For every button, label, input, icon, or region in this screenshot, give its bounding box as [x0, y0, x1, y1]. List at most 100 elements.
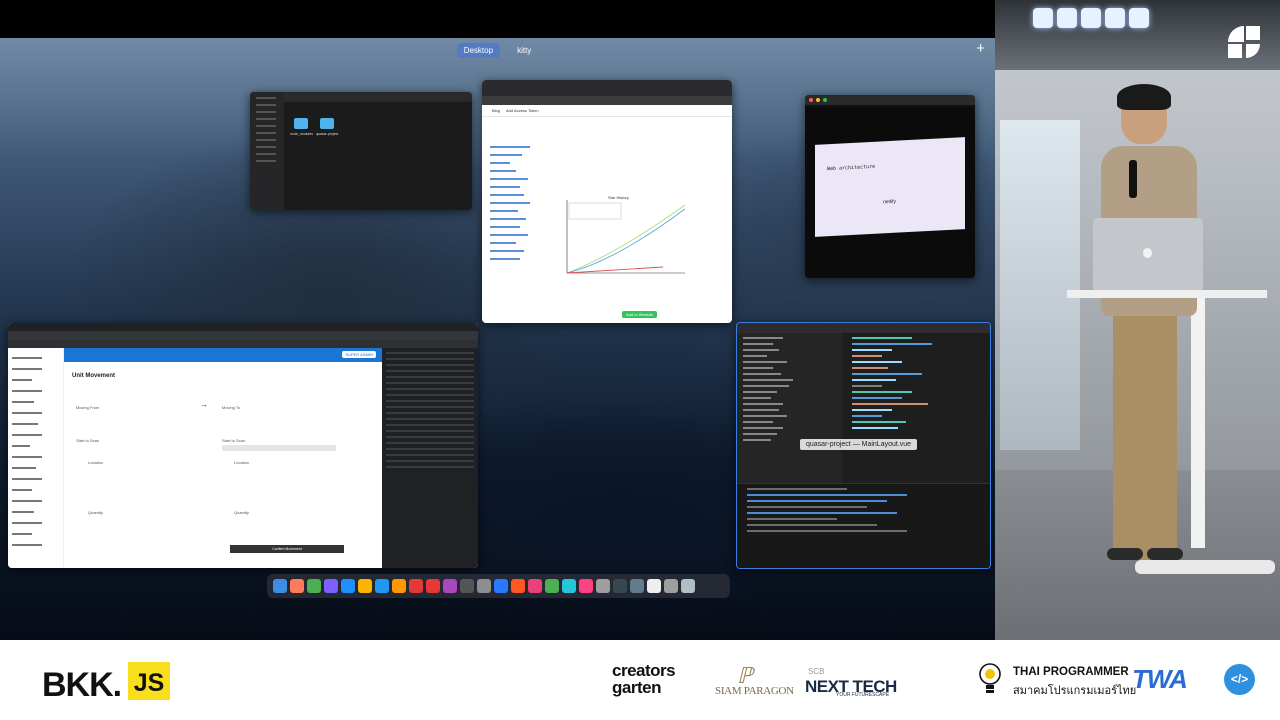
speaker-hair: [1117, 84, 1171, 110]
page-title: Unit Movement: [72, 373, 116, 379]
dock-app-icon[interactable]: [664, 579, 678, 593]
thai-programmer-thai-name: สมาคมโปรแกรมเมอร์ไทย: [1013, 685, 1137, 697]
slide-label: netlify: [883, 198, 897, 206]
arrow-right-icon: →: [200, 400, 208, 409]
speaker-camera: [995, 0, 1280, 640]
dock-app-icon[interactable]: [443, 579, 457, 593]
vscode-editor[interactable]: [842, 333, 990, 483]
lightbulb-icon: [979, 663, 1001, 693]
address-bar[interactable]: [8, 331, 478, 340]
dock-app-icon[interactable]: [613, 579, 627, 593]
series-line: [566, 266, 664, 274]
stream-frame: Desktop kitty + node_modules quasar-proj…: [0, 0, 1280, 720]
video-frame: Web architecture netlify: [805, 107, 975, 278]
moving-to-label: Moving To: [222, 405, 241, 410]
dock-app-icon[interactable]: [494, 579, 508, 593]
folder-label: quasar-project: [316, 132, 339, 136]
space-kitty[interactable]: kitty: [510, 43, 538, 58]
browser-tabs: [8, 323, 478, 331]
shared-screen: Desktop kitty + node_modules quasar-proj…: [0, 0, 995, 640]
dock-app-icon[interactable]: [409, 579, 423, 593]
dock-app-icon[interactable]: [545, 579, 559, 593]
quantity-label: Quantity: [234, 510, 249, 515]
thai-programmer-logo: THAI PROGRAMMER: [1013, 666, 1129, 678]
mission-control-spaces: Desktop kitty: [0, 40, 995, 60]
microphone-icon: [1129, 160, 1137, 198]
scb-label: SCB: [808, 667, 825, 676]
address-bar[interactable]: [482, 96, 732, 105]
siam-paragon-logo: SIAM PARAGON: [715, 685, 794, 697]
dock-app-icon[interactable]: [460, 579, 474, 593]
add-space-button[interactable]: +: [976, 40, 985, 58]
vscode-titlebar: [737, 323, 990, 333]
devtools-panel: [382, 348, 478, 568]
dock-app-icon[interactable]: [273, 579, 287, 593]
web-app-browser-window[interactable]: SUPER ADMIN Unit Movement Moving From Mo…: [8, 323, 478, 568]
video-window[interactable]: Web architecture netlify: [805, 95, 975, 278]
dock-app-icon[interactable]: [358, 579, 372, 593]
code-icon: </>: [1224, 664, 1255, 695]
vscode-explorer: [737, 333, 842, 483]
finder-toolbar: [284, 92, 472, 102]
quantity-label: Quantity: [88, 510, 103, 515]
dock-app-icon[interactable]: [324, 579, 338, 593]
screen-top-bar: [0, 0, 995, 38]
scan-label: Start to Scan: [222, 438, 246, 443]
dock-app-icon[interactable]: [290, 579, 304, 593]
macos-dock: [267, 574, 730, 598]
folder-label: node_modules: [290, 132, 313, 136]
projected-slide: Web architecture netlify: [815, 137, 965, 237]
vscode-terminal[interactable]: [737, 483, 990, 568]
dock-app-icon[interactable]: [681, 579, 695, 593]
apple-logo-icon: [1143, 248, 1152, 258]
dock-app-icon[interactable]: [341, 579, 355, 593]
dock-app-icon[interactable]: [477, 579, 491, 593]
finder-sidebar: [250, 92, 284, 210]
podium-top: [1067, 290, 1267, 298]
podium-base: [1135, 560, 1275, 574]
location-label: Location: [88, 460, 104, 465]
finder-window[interactable]: node_modules quasar-project: [250, 92, 472, 210]
star-history-sidebar: [490, 140, 550, 266]
browser-tabs: [482, 80, 732, 96]
dock-app-icon[interactable]: [511, 579, 525, 593]
space-desktop[interactable]: Desktop: [456, 42, 501, 58]
js-logo: JS: [128, 662, 170, 700]
dock-app-icon[interactable]: [392, 579, 406, 593]
dock-app-icon[interactable]: [307, 579, 321, 593]
folder-icon[interactable]: [320, 118, 334, 129]
finder-content: node_modules quasar-project: [284, 102, 472, 210]
scan-input[interactable]: [222, 445, 336, 451]
scan-label: Start to Scan: [76, 438, 100, 443]
moving-from-label: Moving From: [76, 405, 100, 410]
twa-logo: TWA: [1132, 664, 1188, 694]
location-label: Location: [234, 460, 250, 465]
nav-blog[interactable]: Blog: [492, 108, 500, 113]
window-titlebar: [805, 95, 975, 105]
bkk-logo-text: BKK.: [42, 666, 122, 704]
venue-logo-icon: [1228, 26, 1260, 58]
dock-app-icon[interactable]: [375, 579, 389, 593]
add-to-website-button[interactable]: Add to Website: [622, 311, 658, 318]
dock-app-icon[interactable]: [630, 579, 644, 593]
podium-pole: [1191, 298, 1205, 548]
super-admin-button[interactable]: SUPER ADMIN: [342, 351, 376, 358]
confirm-movement-button[interactable]: Confirm Movement: [230, 545, 344, 553]
nav-access-token[interactable]: Add Access Token: [506, 108, 539, 113]
app-sidebar: [8, 348, 64, 568]
dock-app-icon[interactable]: [426, 579, 440, 593]
creatorsgarten-logo: creators garten: [612, 661, 676, 697]
dock-app-icon[interactable]: [579, 579, 593, 593]
background-window: [1000, 120, 1080, 450]
dock-app-icon[interactable]: [596, 579, 610, 593]
folder-icon[interactable]: [294, 118, 308, 129]
dock-app-icon[interactable]: [528, 579, 542, 593]
dock-app-icon[interactable]: [562, 579, 576, 593]
bookmarks-bar: [8, 340, 478, 348]
window-tooltip: quasar-project — MainLayout.vue: [800, 439, 918, 450]
star-history-chart: [566, 200, 686, 274]
app-header: SUPER ADMIN: [64, 348, 382, 362]
dock-app-icon[interactable]: [647, 579, 661, 593]
speaker-legs: [1113, 300, 1177, 560]
nexttech-tagline: YOUR FUTURESCAPE: [836, 692, 890, 698]
